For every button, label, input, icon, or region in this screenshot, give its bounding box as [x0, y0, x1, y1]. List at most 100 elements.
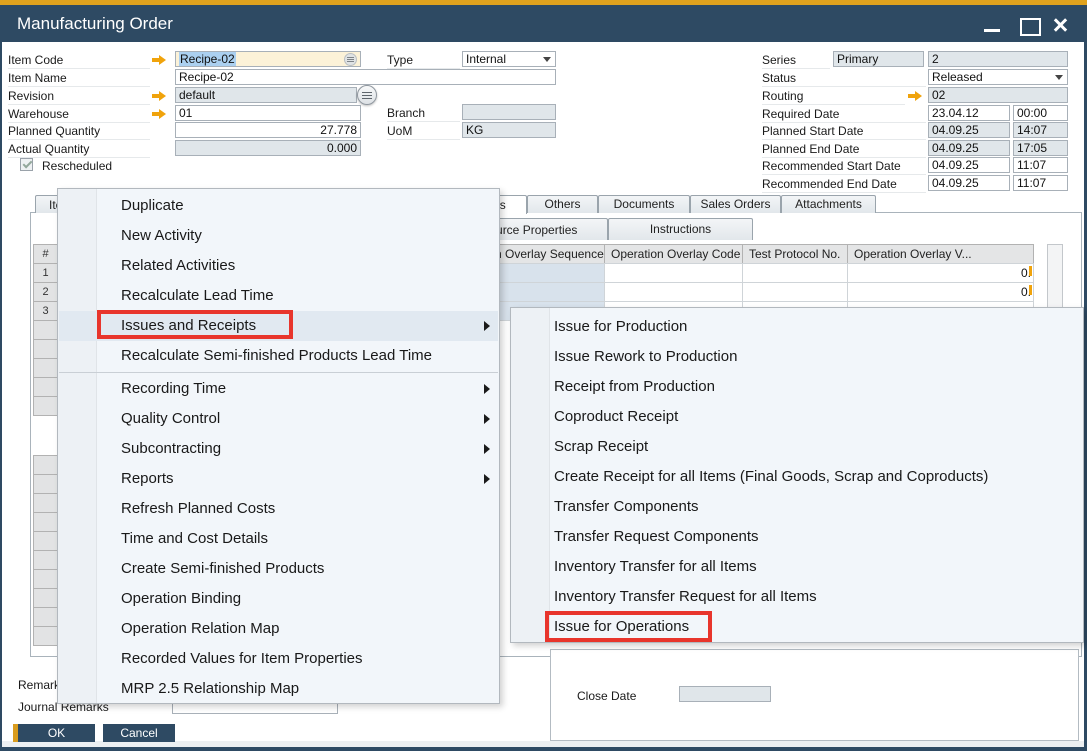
- minimize-button[interactable]: [984, 29, 1000, 32]
- menu-item-label: Create Semi-finished Products: [121, 560, 324, 577]
- submenu-item-scrap-receipt[interactable]: Scrap Receipt: [512, 432, 1082, 462]
- required-date-field[interactable]: 23.04.12: [928, 105, 1010, 121]
- planned-start-date-field: 04.09.25: [928, 122, 1010, 138]
- row-number-empty[interactable]: [33, 569, 58, 589]
- recommended-start-time-field[interactable]: 11:07: [1013, 157, 1068, 173]
- required-time-field[interactable]: 00:00: [1013, 105, 1068, 121]
- grid-cell[interactable]: [742, 282, 848, 302]
- item-code-list-icon[interactable]: [344, 53, 357, 66]
- grid-cell[interactable]: [742, 263, 848, 283]
- tab-others[interactable]: Others: [527, 195, 598, 213]
- type-dropdown[interactable]: Internal: [462, 51, 556, 67]
- row-number-empty[interactable]: [33, 358, 58, 378]
- row-number-empty[interactable]: [33, 339, 58, 359]
- submenu-item-issue-rework-to-production[interactable]: Issue Rework to Production: [512, 342, 1082, 372]
- row-number[interactable]: 3: [33, 301, 58, 321]
- tab-sales-orders[interactable]: Sales Orders: [690, 195, 781, 213]
- row-number-empty[interactable]: [33, 474, 58, 494]
- menu-item-recording-time[interactable]: Recording Time: [59, 374, 498, 404]
- submenu-item-coproduct-receipt[interactable]: Coproduct Receipt: [512, 402, 1082, 432]
- subtab-instructions[interactable]: Instructions: [608, 218, 753, 240]
- menu-item-operation-binding[interactable]: Operation Binding: [59, 584, 498, 614]
- type-label: Type: [387, 53, 460, 69]
- row-number-empty[interactable]: [33, 550, 58, 570]
- menu-item-related-activities[interactable]: Related Activities: [59, 251, 498, 281]
- submenu-item-inventory-transfer-for-all-items[interactable]: Inventory Transfer for all Items: [512, 552, 1082, 582]
- submenu-item-issue-for-operations[interactable]: Issue for Operations: [512, 612, 1082, 642]
- submenu-item-create-receipt-for-all-items[interactable]: Create Receipt for all Items (Final Good…: [512, 462, 1082, 492]
- row-number-empty[interactable]: [33, 377, 58, 397]
- menu-item-time-and-cost-details[interactable]: Time and Cost Details: [59, 524, 498, 554]
- menu-item-operation-relation-map[interactable]: Operation Relation Map: [59, 614, 498, 644]
- row-number-empty[interactable]: [33, 320, 58, 340]
- planned-end-date-label: Planned End Date: [762, 142, 926, 158]
- submenu-item-transfer-components[interactable]: Transfer Components: [512, 492, 1082, 522]
- item-name-field[interactable]: Recipe-02: [175, 69, 556, 85]
- planned-end-date-field: 04.09.25: [928, 140, 1010, 156]
- menu-item-quality-control[interactable]: Quality Control: [59, 404, 498, 434]
- row-number-empty[interactable]: [33, 396, 58, 416]
- submenu-item-receipt-from-production[interactable]: Receipt from Production: [512, 372, 1082, 402]
- grid-cell-overlay-value[interactable]: 0.: [847, 263, 1034, 283]
- submenu-item-issue-for-production[interactable]: Issue for Production: [512, 312, 1082, 342]
- routing-link-arrow-icon[interactable]: [908, 91, 922, 101]
- close-button[interactable]: [1052, 17, 1068, 33]
- revision-link-arrow-icon[interactable]: [152, 91, 166, 101]
- submenu-item-transfer-request-components[interactable]: Transfer Request Components: [512, 522, 1082, 552]
- menu-item-mrp-25-relationship-map[interactable]: MRP 2.5 Relationship Map: [59, 674, 498, 704]
- grid-cell[interactable]: [604, 282, 743, 302]
- item-code-field[interactable]: Recipe-02: [175, 51, 361, 67]
- warehouse-label: Warehouse: [8, 107, 150, 123]
- menu-item-recorded-values-for-item-properties[interactable]: Recorded Values for Item Properties: [59, 644, 498, 674]
- row-number-empty[interactable]: [33, 493, 58, 513]
- recommended-start-date-field[interactable]: 04.09.25: [928, 157, 1010, 173]
- menu-item-issues-and-receipts[interactable]: Issues and Receipts: [59, 311, 498, 341]
- row-number-empty[interactable]: [33, 531, 58, 551]
- rescheduled-checkbox[interactable]: [20, 158, 33, 171]
- ok-button[interactable]: OK: [13, 724, 95, 742]
- warehouse-link-arrow-icon[interactable]: [152, 109, 166, 119]
- menu-item-duplicate[interactable]: Duplicate: [59, 191, 498, 221]
- row-number-empty[interactable]: [33, 512, 58, 532]
- menu-item-recalculate-lead-time[interactable]: Recalculate Lead Time: [59, 281, 498, 311]
- row-number-empty[interactable]: [33, 455, 58, 475]
- col-header-operation-overlay-value[interactable]: Operation Overlay V...: [847, 244, 1034, 264]
- cancel-button[interactable]: Cancel: [103, 724, 175, 742]
- tab-attachments[interactable]: Attachments: [781, 195, 876, 213]
- recommended-end-date-field[interactable]: 04.09.25: [928, 175, 1010, 191]
- planned-quantity-field[interactable]: 27.778: [175, 122, 361, 138]
- window-title: Manufacturing Order: [17, 5, 173, 42]
- series-number-field: 2: [928, 51, 1068, 67]
- recommended-end-time-field[interactable]: 11:07: [1013, 175, 1068, 191]
- submenu-arrow-icon: [484, 321, 490, 331]
- actual-quantity-label: Actual Quantity: [8, 142, 150, 158]
- warehouse-field[interactable]: 01: [175, 105, 361, 121]
- row-number[interactable]: 1: [33, 263, 58, 283]
- tab-documents[interactable]: Documents: [598, 195, 690, 213]
- item-code-link-arrow-icon[interactable]: [152, 55, 166, 65]
- revision-field[interactable]: default: [175, 87, 357, 103]
- status-dropdown[interactable]: Released: [928, 69, 1068, 85]
- menu-item-refresh-planned-costs[interactable]: Refresh Planned Costs: [59, 494, 498, 524]
- menu-item-new-activity[interactable]: New Activity: [59, 221, 498, 251]
- close-date-field[interactable]: [679, 686, 771, 702]
- menu-item-label: Issue Rework to Production: [554, 348, 737, 365]
- required-date-label: Required Date: [762, 107, 926, 123]
- manufacturing-order-window: Manufacturing Order Item Code Recipe-02 …: [0, 0, 1087, 751]
- menu-item-subcontracting[interactable]: Subcontracting: [59, 434, 498, 464]
- tab-label: Attachments: [795, 197, 862, 211]
- col-header-test-protocol-no[interactable]: Test Protocol No.: [742, 244, 848, 264]
- menu-item-create-semi-finished-products[interactable]: Create Semi-finished Products: [59, 554, 498, 584]
- menu-item-reports[interactable]: Reports: [59, 464, 498, 494]
- grid-cell[interactable]: [604, 263, 743, 283]
- submenu-item-inventory-transfer-request-for-all-items[interactable]: Inventory Transfer Request for all Items: [512, 582, 1082, 612]
- grid-cell-overlay-value[interactable]: 0.: [847, 282, 1034, 302]
- menu-item-recalculate-semi-finished-products-lead-time[interactable]: Recalculate Semi-finished Products Lead …: [59, 341, 498, 371]
- row-number-empty[interactable]: [33, 607, 58, 627]
- row-number-empty[interactable]: [33, 626, 58, 646]
- col-header-operation-overlay-code[interactable]: Operation Overlay Code: [604, 244, 743, 264]
- revision-choose-from-list-icon[interactable]: [357, 85, 377, 105]
- maximize-button[interactable]: [1020, 18, 1041, 36]
- row-number[interactable]: 2: [33, 282, 58, 302]
- row-number-empty[interactable]: [33, 588, 58, 608]
